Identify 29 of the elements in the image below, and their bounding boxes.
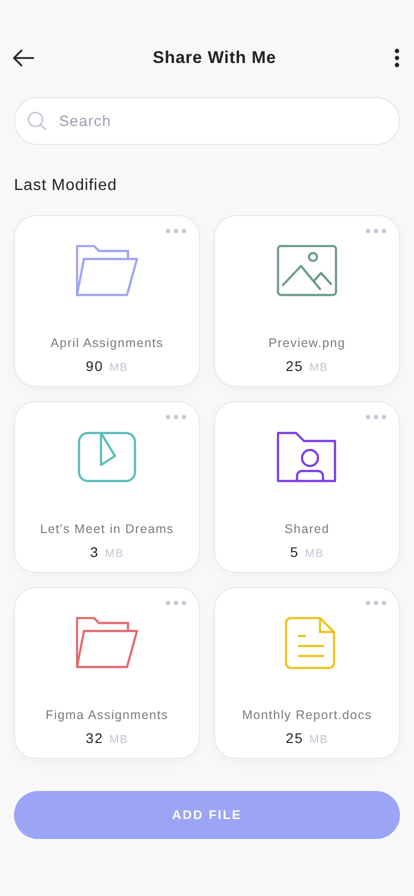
size-unit: MB xyxy=(109,734,128,746)
size-unit: MB xyxy=(309,734,328,746)
file-card[interactable]: Shared 5 MB xyxy=(214,401,400,573)
file-name: Monthly Report.docs xyxy=(242,708,372,722)
file-size: 3 xyxy=(90,544,99,560)
file-card[interactable]: Preview.png 25 MB xyxy=(214,215,400,387)
search-field[interactable]: Search xyxy=(14,97,400,145)
page-title: Share With Me xyxy=(152,48,276,68)
file-name: April Assignments xyxy=(50,336,164,350)
size-unit: MB xyxy=(109,362,128,374)
file-card[interactable]: Figma Assignments 32 MB xyxy=(14,587,200,759)
file-size: 32 xyxy=(86,730,104,746)
file-card[interactable]: Let's Meet in Dreams 3 MB xyxy=(14,401,200,573)
file-card[interactable]: April Assignments 90 MB xyxy=(14,215,200,387)
file-name: Preview.png xyxy=(268,336,346,350)
file-size: 90 xyxy=(86,358,104,374)
more-icon[interactable] xyxy=(394,48,400,68)
section-title: Last Modified xyxy=(14,177,118,195)
file-name: Figma Assignments xyxy=(46,708,168,722)
file-size: 25 xyxy=(286,730,304,746)
back-icon[interactable] xyxy=(13,49,35,67)
file-size: 5 xyxy=(290,544,299,560)
size-unit: MB xyxy=(104,548,124,560)
file-size: 25 xyxy=(286,358,304,374)
size-unit: MB xyxy=(304,548,324,560)
file-name: Shared xyxy=(284,522,330,536)
file-name: Let's Meet in Dreams xyxy=(40,522,174,536)
size-unit: MB xyxy=(309,362,328,374)
file-card[interactable]: Monthly Report.docs 25 MB xyxy=(214,587,400,759)
